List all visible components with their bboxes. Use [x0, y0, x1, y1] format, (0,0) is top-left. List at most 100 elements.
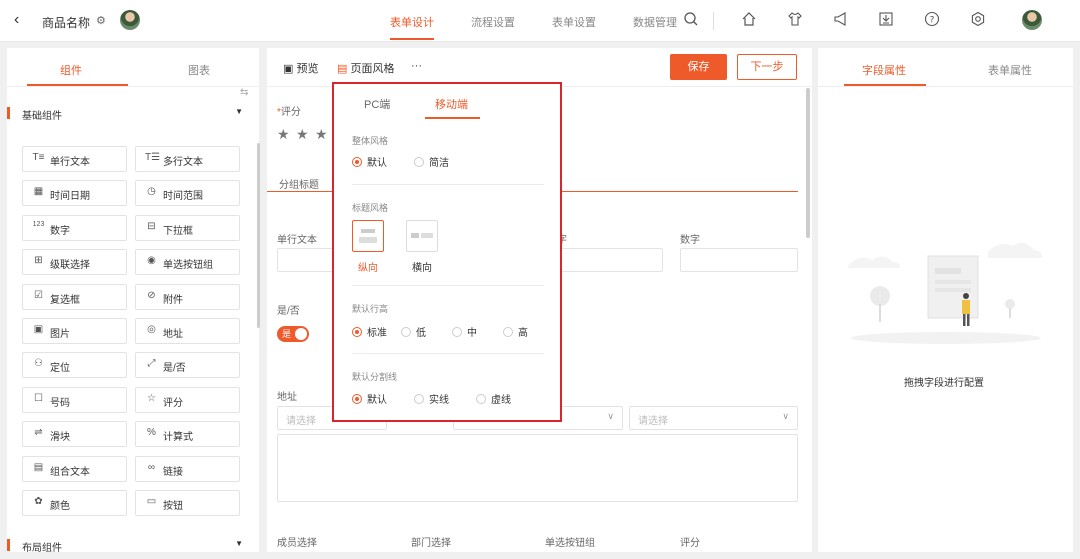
help-icon[interactable]: ? [923, 11, 941, 29]
field-label: 评分 [680, 538, 700, 549]
preview-icon: ▣ [283, 63, 294, 75]
district-select[interactable]: 请选择 ∨ [629, 406, 798, 430]
component-icon: ☑ [34, 289, 43, 301]
back-icon[interactable]: ‹ [14, 11, 19, 29]
next-step-button[interactable]: 下一步 [737, 54, 797, 80]
swap-icon[interactable]: ⇆ [240, 87, 248, 98]
settings-icon[interactable]: ⚙ [96, 14, 106, 27]
radio-solid[interactable]: 实线 [414, 391, 449, 406]
field-label: 单行文本 [277, 235, 317, 246]
scrollbar[interactable] [806, 88, 810, 238]
component-item[interactable]: ▣ 图片 [22, 318, 127, 344]
address-detail-textarea[interactable] [277, 434, 798, 502]
tab-process-settings[interactable]: 流程设置 [471, 14, 515, 30]
component-item[interactable]: ✿ 颜色 [22, 490, 127, 516]
component-label: 号码 [50, 397, 70, 409]
component-item[interactable]: ◎ 地址 [135, 318, 240, 344]
component-item[interactable]: ▦ 时间日期 [22, 180, 127, 207]
radio-dot [452, 327, 462, 337]
tab-pc[interactable]: PC端 [364, 96, 390, 112]
radio-dot [352, 394, 362, 404]
divider [352, 285, 544, 286]
tab-form-design[interactable]: 表单设计 [390, 14, 434, 40]
scrollbar[interactable] [257, 143, 260, 328]
tab-field-properties[interactable]: 字段属性 [862, 62, 906, 78]
radio-high[interactable]: 高 [503, 324, 528, 339]
more-button[interactable]: ··· [411, 60, 422, 72]
tab-mobile[interactable]: 移动端 [435, 96, 468, 112]
component-item[interactable]: ☑ 复选框 [22, 283, 127, 310]
radio-simple[interactable]: 简洁 [414, 154, 449, 169]
radio-standard[interactable]: 标准 [352, 324, 387, 339]
component-item[interactable]: ☐ 号码 [22, 386, 127, 413]
radio-dashed[interactable]: 虚线 [476, 391, 511, 406]
search-icon[interactable] [682, 11, 700, 29]
tab-components[interactable]: 组件 [60, 62, 82, 78]
component-item[interactable]: ▭ 按钮 [135, 490, 240, 516]
section-label: 基础组件 [22, 111, 62, 122]
radio-label: 低 [416, 328, 426, 339]
component-item[interactable]: ∞ 链接 [135, 455, 240, 482]
star-icon[interactable]: ★ [315, 126, 328, 143]
shirt-icon[interactable] [786, 11, 804, 29]
radio-label: 虚线 [491, 395, 511, 406]
radio-low[interactable]: 低 [401, 324, 426, 339]
preview-button[interactable]: ▣ 预览 [283, 60, 318, 76]
app-avatar [120, 10, 140, 30]
vertical-title-option[interactable] [352, 220, 384, 252]
component-item[interactable]: T≡ 单行文本 [22, 146, 127, 172]
section-marker [7, 539, 10, 551]
overall-style-label: 整体风格 [352, 136, 389, 146]
star-icon[interactable]: ★ [296, 126, 309, 143]
radio-divider-default[interactable]: 默认 [352, 391, 387, 406]
component-icon: ⊞ [34, 255, 43, 267]
radio-default[interactable]: 默认 [352, 154, 387, 169]
component-item[interactable]: ⚇ 定位 [22, 352, 127, 379]
star-icon[interactable]: ★ [277, 126, 290, 143]
component-item[interactable]: ⤢ 是/否 [135, 352, 240, 379]
component-item[interactable]: ⊟ 下拉框 [135, 214, 240, 241]
home-icon[interactable] [740, 11, 758, 29]
section-layout-components[interactable]: 布局组件 ▼ [7, 533, 255, 557]
component-icon: ◷ [147, 186, 156, 198]
component-item[interactable]: ◉ 单选按钮组 [135, 249, 240, 276]
settings-icon[interactable] [969, 11, 987, 29]
megaphone-icon[interactable] [832, 11, 850, 29]
download-icon[interactable] [877, 11, 895, 29]
component-item[interactable]: ⊘ 附件 [135, 283, 240, 310]
component-item[interactable]: ⇌ 滑块 [22, 421, 127, 448]
number-input[interactable] [680, 248, 798, 272]
text-input[interactable] [557, 248, 663, 272]
horizontal-title-option[interactable] [406, 220, 438, 252]
radio-label: 高 [518, 328, 528, 339]
group-title: 分组标题 [279, 180, 319, 191]
component-item[interactable]: ☆ 评分 [135, 386, 240, 413]
top-bar: ‹ 商品名称 ⚙ 表单设计 流程设置 表单设置 数据管理 ? [0, 0, 1080, 42]
component-item[interactable]: % 计算式 [135, 421, 240, 448]
component-item[interactable]: ⊞ 级联选择 [22, 249, 127, 276]
tab-form-properties[interactable]: 表单属性 [988, 62, 1032, 78]
component-label: 复选框 [50, 294, 80, 306]
radio-label: 实线 [429, 395, 449, 406]
component-item[interactable]: ◷ 时间范围 [135, 180, 240, 207]
yesno-toggle[interactable]: 是 [277, 326, 309, 342]
component-icon: ⤢ [147, 358, 156, 370]
component-label: 链接 [163, 466, 183, 478]
page-style-button[interactable]: ▤ 页面风格 [337, 60, 394, 76]
component-item[interactable]: 123 数字 [22, 214, 127, 241]
empty-state-illustration [848, 242, 1042, 344]
tab-form-settings[interactable]: 表单设置 [552, 14, 596, 30]
preview-label: 预览 [296, 63, 319, 75]
component-item[interactable]: T☰ 多行文本 [135, 146, 240, 172]
divider-style-label: 默认分割线 [352, 372, 398, 382]
tab-charts[interactable]: 图表 [188, 62, 210, 78]
user-avatar[interactable] [1022, 10, 1042, 30]
save-button[interactable]: 保存 [670, 54, 727, 80]
component-item[interactable]: ▤ 组合文本 [22, 455, 127, 482]
field-label: 单选按钮组 [545, 538, 595, 549]
component-icon: ◎ [147, 324, 156, 335]
radio-label: 标准 [367, 328, 387, 339]
section-basic-components[interactable]: 基础组件 ▼ [7, 101, 255, 125]
radio-medium[interactable]: 中 [452, 324, 477, 339]
tab-data-management[interactable]: 数据管理 [633, 14, 677, 30]
